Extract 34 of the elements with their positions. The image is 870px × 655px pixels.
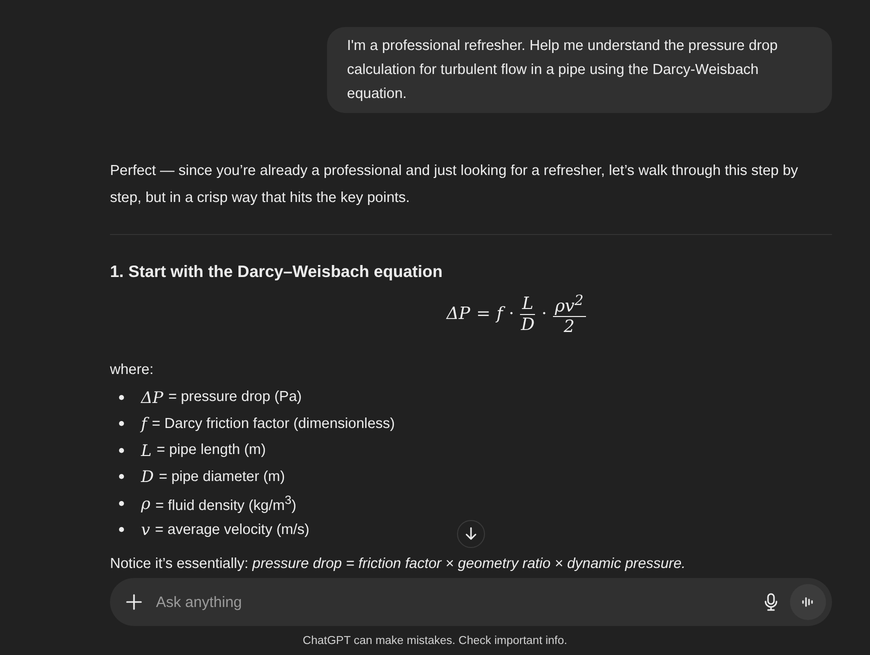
plus-icon	[126, 594, 142, 610]
response-paragraph: Perfect — since you’re already a professional and just looking for a refresher, let’s walk through this step by step, but in a crisp way that hits the key points.	[110, 162, 800, 208]
variable-symbol: v	[141, 520, 150, 540]
variable-definition: = Darcy friction factor (dimensionless)	[152, 416, 395, 432]
where-label: where:	[110, 361, 155, 380]
voice-mode-button[interactable]	[790, 584, 826, 620]
variable-definition: = pipe length (m)	[156, 442, 266, 458]
variable-symbol: ρ	[141, 494, 150, 513]
variable-definition: = fluid density (kg/m$^{3}$)	[155, 492, 296, 514]
variable-symbol: f	[141, 414, 147, 434]
disclaimer-text: ChatGPT can make mistakes. Check important info.	[302, 635, 568, 647]
variable-definition: = pipe diameter (m)	[158, 468, 285, 485]
summary-sentence: Notice it’s essentially: pressure drop = friction factor × geometry ratio × dynamic pressure.	[110, 555, 687, 574]
message-input[interactable]: Ask anything	[154, 592, 752, 612]
bullet-icon	[119, 448, 124, 453]
section-heading: 1. Start with the Darcy–Weisbach equation	[110, 262, 444, 283]
microphone-button[interactable]	[764, 593, 778, 611]
bullet-icon	[119, 500, 124, 506]
variable-definition: = average velocity (m/s)	[155, 522, 310, 538]
variable-definition: = pressure drop (Pa)	[168, 389, 302, 406]
bullet-icon	[119, 527, 124, 532]
variable-symbol: L	[141, 440, 152, 460]
variable-symbol: D	[141, 467, 154, 486]
waveform-icon	[801, 596, 815, 608]
message-composer[interactable]: Ask anything	[110, 578, 832, 626]
down-arrow-icon	[464, 527, 478, 541]
user-message: I'm a professional refresher. Help me understand the pressure drop calculation for turbulent flow in a pipe using the Darcy-Weisbach equation.	[327, 27, 832, 113]
variable-symbol: ΔP	[141, 388, 164, 407]
bullet-icon	[119, 474, 124, 480]
bullet-icon	[119, 421, 124, 426]
scroll-down-button[interactable]	[457, 520, 485, 548]
microphone-icon	[764, 593, 778, 611]
add-button[interactable]	[126, 594, 142, 610]
bullet-icon	[119, 394, 124, 400]
